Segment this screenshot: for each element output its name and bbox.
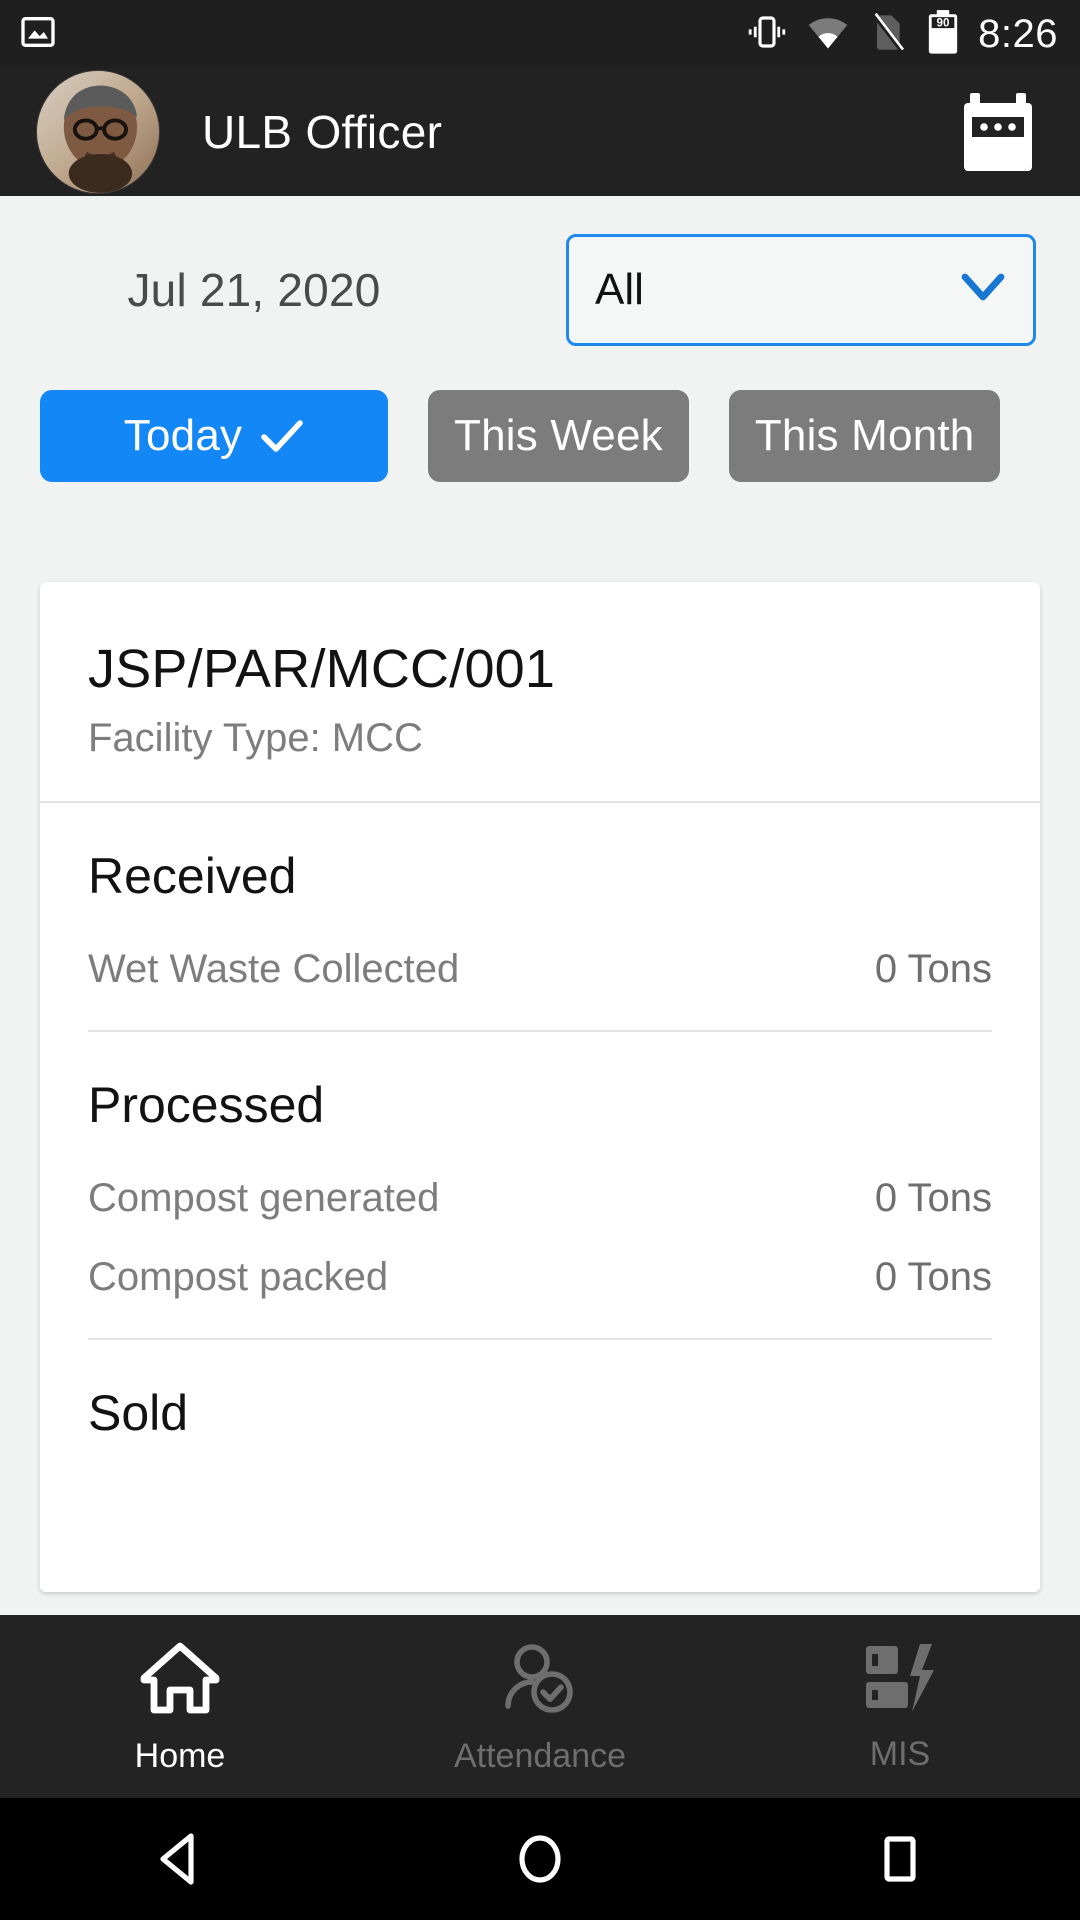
chip-this-week-label: This Week (454, 411, 663, 460)
avatar[interactable] (36, 70, 160, 194)
section-processed: Processed Compost generated 0 Tons Compo… (40, 1032, 1040, 1340)
nav-item-home[interactable]: Home (0, 1615, 360, 1798)
facility-card[interactable]: JSP/PAR/MCC/001 Facility Type: MCC Recei… (40, 582, 1040, 1592)
period-filter-chips: Today This Week This Month (0, 346, 1080, 482)
section-sold: Sold (40, 1340, 1040, 1592)
chevron-down-icon (959, 271, 1007, 310)
no-sim-icon (868, 10, 908, 59)
date-label[interactable]: Jul 21, 2020 (44, 263, 464, 317)
status-bar-left (18, 12, 58, 57)
nav-item-attendance-label: Attendance (453, 1736, 627, 1775)
battery-level-text: 90 (937, 16, 950, 29)
status-bar-clock: 8:26 (978, 11, 1058, 56)
facility-select-value: All (595, 265, 644, 314)
wifi-icon (806, 10, 850, 59)
check-icon (260, 419, 304, 453)
status-bar-right: 90 8:26 (746, 9, 1058, 60)
facility-id: JSP/PAR/MCC/001 (88, 639, 556, 699)
section-processed-title: Processed (88, 1077, 325, 1133)
chip-this-week[interactable]: This Week (428, 390, 689, 482)
mobile-screen: 90 8:26 ULB Officer Jul 21, 2020 All Tod… (0, 0, 1080, 1920)
app-bar: ULB Officer (0, 68, 1080, 196)
section-received: Received Wet Waste Collected 0 Tons (40, 803, 1040, 1032)
report-icon (860, 1640, 940, 1721)
section-received-title: Received (88, 848, 297, 904)
row-value: 0 Tons (874, 947, 992, 991)
chip-this-month[interactable]: This Month (728, 390, 1001, 482)
status-bar: 90 8:26 (0, 0, 1080, 68)
row-value: 0 Tons (874, 1176, 992, 1220)
table-row: Compost packed 0 Tons (88, 1243, 992, 1322)
nav-item-mis-label: MIS (869, 1734, 931, 1773)
nav-item-home-label: Home (134, 1736, 226, 1775)
calendar-icon[interactable] (950, 84, 1046, 180)
image-icon (18, 12, 58, 57)
table-row: Compost generated 0 Tons (88, 1164, 992, 1243)
table-row: Wet Waste Collected 0 Tons (88, 935, 992, 1014)
row-label: Wet Waste Collected (88, 947, 460, 991)
system-navigation-bar (0, 1798, 1080, 1920)
row-label: Compost packed (88, 1255, 389, 1299)
facility-select[interactable]: All (566, 234, 1036, 346)
home-circle-icon[interactable] (460, 1798, 620, 1920)
page-title: ULB Officer (202, 106, 443, 158)
chip-this-month-label: This Month (754, 411, 975, 460)
bottom-navigation: Home Attendance MIS (0, 1615, 1080, 1798)
battery-icon: 90 (926, 9, 960, 60)
person-check-icon (498, 1638, 582, 1723)
home-icon (138, 1638, 222, 1723)
row-label: Compost generated (88, 1176, 440, 1220)
back-triangle-icon[interactable] (100, 1798, 260, 1920)
facility-type: Facility Type: MCC (88, 716, 423, 760)
recents-square-icon[interactable] (820, 1798, 980, 1920)
nav-item-attendance[interactable]: Attendance (360, 1615, 720, 1798)
section-sold-title: Sold (88, 1385, 189, 1441)
vibrate-icon (746, 11, 788, 58)
nav-item-mis[interactable]: MIS (720, 1615, 1080, 1798)
filter-bar: Jul 21, 2020 All (0, 196, 1080, 346)
row-value: 0 Tons (874, 1255, 992, 1299)
chip-today-label: Today (123, 411, 243, 460)
facility-card-header: JSP/PAR/MCC/001 Facility Type: MCC (40, 582, 1040, 803)
chip-today[interactable]: Today (40, 390, 388, 482)
